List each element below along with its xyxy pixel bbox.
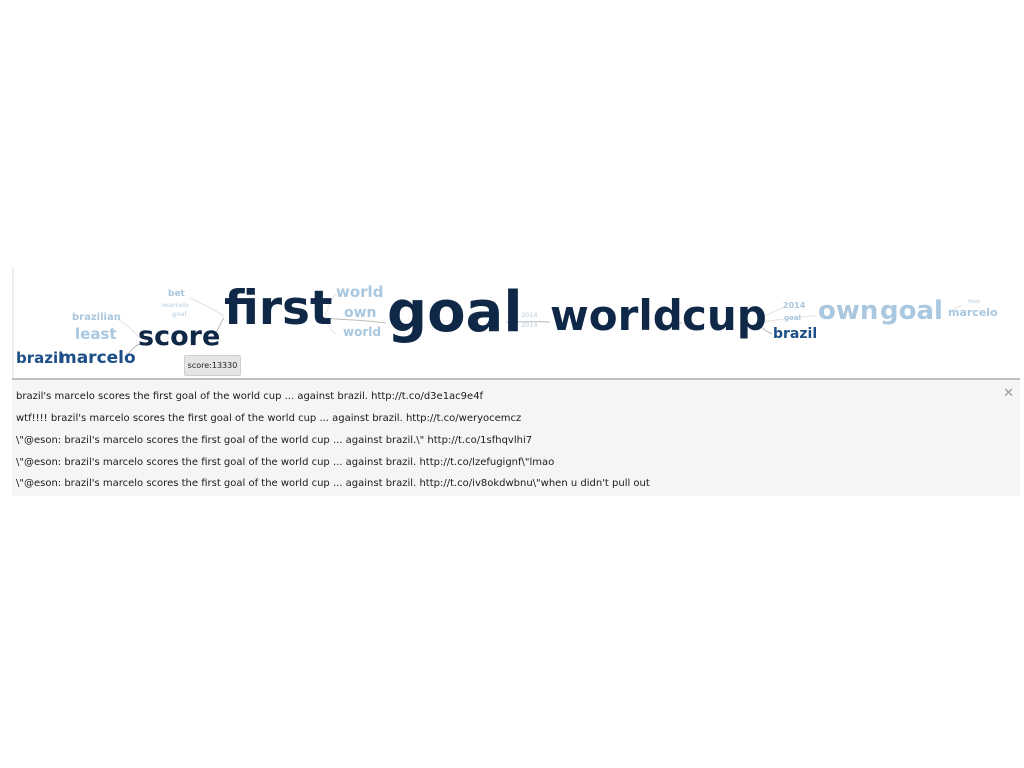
score-tooltip: score:13330 bbox=[184, 355, 241, 376]
tree-word-first[interactable]: first bbox=[224, 285, 332, 332]
tree-word-marcelo-right[interactable]: marcelo bbox=[948, 307, 998, 318]
tree-word-own-right[interactable]: own bbox=[818, 298, 878, 324]
tree-word-world[interactable]: world bbox=[550, 295, 683, 337]
tweet-item[interactable]: brazil's marcelo scores the first goal o… bbox=[16, 391, 483, 402]
tree-word-score[interactable]: score bbox=[138, 323, 220, 350]
tree-word-cup[interactable]: cup bbox=[682, 295, 767, 337]
tree-word-least[interactable]: least bbox=[75, 327, 117, 342]
tree-word-tiny-right[interactable]: that bbox=[968, 300, 980, 305]
word-tree-view: brazil marcelo brazilian least bet marce… bbox=[12, 268, 1022, 379]
tree-word-world-top[interactable]: world bbox=[336, 285, 383, 300]
tree-word-2014-b[interactable]: 2014 bbox=[521, 323, 538, 329]
tweet-item[interactable]: \"@eson: brazil's marcelo scores the fir… bbox=[16, 478, 650, 489]
tree-word-own[interactable]: own bbox=[344, 306, 377, 320]
tree-word-world-bottom[interactable]: world bbox=[343, 326, 381, 338]
tweet-item[interactable]: wtf!!!! brazil's marcelo scores the firs… bbox=[16, 413, 521, 424]
link bbox=[189, 297, 225, 317]
tree-word-marcelo[interactable]: marcelo bbox=[59, 350, 136, 367]
tree-word-brazil-right[interactable]: brazil bbox=[773, 327, 817, 341]
tree-word-goal[interactable]: goal bbox=[387, 285, 523, 341]
tree-word-2014-a[interactable]: 2014 bbox=[521, 313, 538, 319]
tweet-item[interactable]: \"@eson: brazil's marcelo scores the fir… bbox=[16, 435, 532, 446]
tree-word-2014-c[interactable]: 2014 bbox=[783, 302, 805, 310]
tree-word-goal-small[interactable]: goal bbox=[172, 312, 187, 318]
close-icon[interactable]: ✕ bbox=[1003, 387, 1014, 400]
tree-word-goal-c[interactable]: goal bbox=[784, 315, 801, 322]
tree-word-brazilian[interactable]: brazilian bbox=[72, 313, 121, 323]
tree-word-marcelo-small[interactable]: marcelo bbox=[162, 303, 189, 309]
tree-word-goal-right[interactable]: goal bbox=[880, 298, 943, 324]
tree-word-brazil[interactable]: brazil bbox=[16, 351, 63, 366]
tweet-list-panel: ✕ brazil's marcelo scores the first goal… bbox=[12, 378, 1020, 496]
tweet-item[interactable]: \"@eson: brazil's marcelo scores the fir… bbox=[16, 457, 554, 468]
tree-word-bet[interactable]: bet bbox=[168, 290, 185, 299]
